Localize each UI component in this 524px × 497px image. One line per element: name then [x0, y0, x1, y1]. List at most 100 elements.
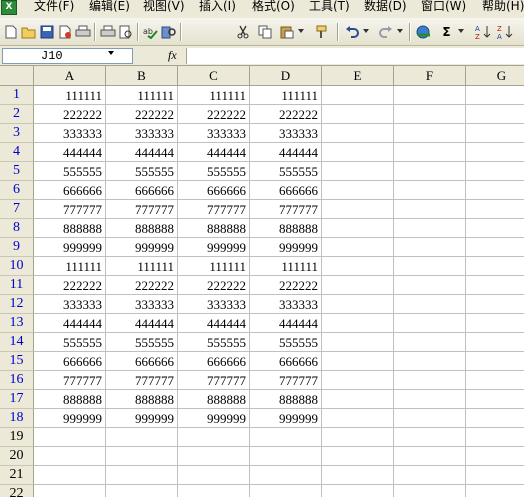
name-box-dropdown-arrow[interactable] [108, 51, 114, 55]
research-icon[interactable] [117, 23, 134, 40]
row-header-4[interactable]: 4 [0, 143, 34, 162]
cell-d3[interactable]: 333333 [250, 124, 321, 143]
cell-a7[interactable]: 777777 [34, 200, 105, 219]
cell-b10[interactable]: 111111 [106, 257, 177, 276]
undo-icon[interactable] [343, 23, 360, 40]
save-icon[interactable] [38, 23, 55, 40]
row-header-8[interactable]: 8 [0, 219, 34, 238]
row-header-7[interactable]: 7 [0, 200, 34, 219]
cell-b9[interactable]: 999999 [106, 238, 177, 257]
print-preview-icon[interactable] [99, 23, 116, 40]
insert-function-icon[interactable]: fx [168, 47, 182, 63]
row-header-21[interactable]: 21 [0, 466, 34, 485]
cell-c9[interactable]: 999999 [178, 238, 249, 257]
cell-b6[interactable]: 666666 [106, 181, 177, 200]
cell-c5[interactable]: 555555 [178, 162, 249, 181]
cell-b2[interactable]: 222222 [106, 105, 177, 124]
cell-b16[interactable]: 777777 [106, 371, 177, 390]
select-all-corner[interactable] [0, 66, 34, 86]
cell-d10[interactable]: 111111 [250, 257, 321, 276]
menu-file[interactable]: 文件(F) [34, 0, 74, 18]
cell-c17[interactable]: 888888 [178, 390, 249, 409]
cell-c10[interactable]: 111111 [178, 257, 249, 276]
cell-c11[interactable]: 222222 [178, 276, 249, 295]
cell-c12[interactable]: 333333 [178, 295, 249, 314]
column-header-e[interactable]: E [322, 66, 394, 86]
cell-a12[interactable]: 333333 [34, 295, 105, 314]
cell-d15[interactable]: 666666 [250, 352, 321, 371]
cell-d2[interactable]: 222222 [250, 105, 321, 124]
cell-b13[interactable]: 444444 [106, 314, 177, 333]
cell-c2[interactable]: 222222 [178, 105, 249, 124]
autosum-icon[interactable]: Σ [438, 23, 455, 40]
row-header-11[interactable]: 11 [0, 276, 34, 295]
row-header-5[interactable]: 5 [0, 162, 34, 181]
redo-dropdown-arrow[interactable] [397, 29, 403, 33]
cell-c16[interactable]: 777777 [178, 371, 249, 390]
row-header-10[interactable]: 10 [0, 257, 34, 276]
row-header-19[interactable]: 19 [0, 428, 34, 447]
row-header-17[interactable]: 17 [0, 390, 34, 409]
cell-a2[interactable]: 222222 [34, 105, 105, 124]
formula-input[interactable] [186, 48, 524, 64]
cell-a5[interactable]: 555555 [34, 162, 105, 181]
cell-a3[interactable]: 333333 [34, 124, 105, 143]
row-header-13[interactable]: 13 [0, 314, 34, 333]
spelling-icon[interactable]: ab [142, 23, 159, 40]
row-header-15[interactable]: 15 [0, 352, 34, 371]
undo-dropdown-arrow[interactable] [363, 29, 369, 33]
menu-data[interactable]: 数据(D) [364, 0, 407, 18]
column-header-a[interactable]: A [34, 66, 106, 86]
cell-b14[interactable]: 555555 [106, 333, 177, 352]
cell-a14[interactable]: 555555 [34, 333, 105, 352]
column-header-g[interactable]: G [466, 66, 524, 86]
cell-c3[interactable]: 333333 [178, 124, 249, 143]
cell-c15[interactable]: 666666 [178, 352, 249, 371]
menu-view[interactable]: 视图(V) [143, 0, 185, 18]
cell-c4[interactable]: 444444 [178, 143, 249, 162]
cell-b1[interactable]: 111111 [106, 86, 177, 105]
cell-a18[interactable]: 999999 [34, 409, 105, 428]
copy-icon[interactable] [256, 23, 273, 40]
cell-b5[interactable]: 555555 [106, 162, 177, 181]
row-header-16[interactable]: 16 [0, 371, 34, 390]
open-folder-icon[interactable] [20, 23, 37, 40]
sort-descending-icon[interactable]: ZA [496, 23, 513, 40]
cell-d8[interactable]: 888888 [250, 219, 321, 238]
cell-a1[interactable]: 111111 [34, 86, 105, 105]
column-header-f[interactable]: F [394, 66, 466, 86]
cell-a13[interactable]: 444444 [34, 314, 105, 333]
cell-b17[interactable]: 888888 [106, 390, 177, 409]
row-header-9[interactable]: 9 [0, 238, 34, 257]
cell-b18[interactable]: 999999 [106, 409, 177, 428]
row-header-6[interactable]: 6 [0, 181, 34, 200]
cell-d16[interactable]: 777777 [250, 371, 321, 390]
cell-b7[interactable]: 777777 [106, 200, 177, 219]
cell-c14[interactable]: 555555 [178, 333, 249, 352]
menu-insert[interactable]: 插入(I) [199, 0, 236, 18]
cell-a4[interactable]: 444444 [34, 143, 105, 162]
redo-icon[interactable] [377, 23, 394, 40]
cell-a8[interactable]: 888888 [34, 219, 105, 238]
cell-c18[interactable]: 999999 [178, 409, 249, 428]
format-painter-icon[interactable] [314, 23, 331, 40]
hyperlink-icon[interactable] [415, 23, 432, 40]
cell-c7[interactable]: 777777 [178, 200, 249, 219]
permission-icon[interactable] [56, 23, 73, 40]
cell-a6[interactable]: 666666 [34, 181, 105, 200]
menu-tools[interactable]: 工具(T) [309, 0, 350, 18]
row-header-12[interactable]: 12 [0, 295, 34, 314]
paste-dropdown-arrow[interactable] [298, 29, 304, 33]
cell-b15[interactable]: 666666 [106, 352, 177, 371]
row-header-3[interactable]: 3 [0, 124, 34, 143]
cell-d14[interactable]: 555555 [250, 333, 321, 352]
menu-window[interactable]: 窗口(W) [421, 0, 466, 18]
autosum-dropdown-arrow[interactable] [458, 29, 464, 33]
cell-d17[interactable]: 888888 [250, 390, 321, 409]
column-header-c[interactable]: C [178, 66, 250, 86]
menu-format[interactable]: 格式(O) [252, 0, 295, 18]
cell-d18[interactable]: 999999 [250, 409, 321, 428]
menu-help[interactable]: 帮助(H) [482, 0, 524, 18]
row-header-20[interactable]: 20 [0, 447, 34, 466]
row-header-2[interactable]: 2 [0, 105, 34, 124]
